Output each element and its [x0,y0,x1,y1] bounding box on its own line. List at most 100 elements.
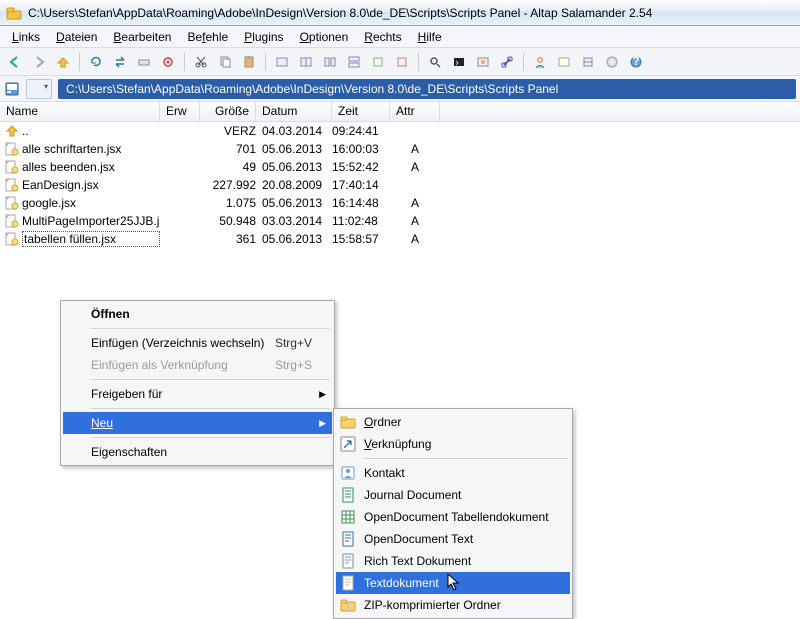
file-attr: A [390,232,440,246]
ctx-new[interactable]: Neu▶ [63,412,332,434]
file-time: 15:58:57 [332,232,390,246]
file-row[interactable]: tabellen füllen.jsx36105.06.201315:58:57… [0,230,800,248]
tb-help[interactable]: ? [625,51,647,73]
pathbar: C:\Users\Stefan\AppData\Roaming\Adobe\In… [0,76,800,102]
file-size: VERZ [200,124,256,138]
menu-befehle[interactable]: Befehle [179,28,236,46]
file-name: alles beenden.jsx [22,160,160,174]
tb-cmd1[interactable] [271,51,293,73]
drive-icon[interactable] [4,81,20,97]
menu-dateien[interactable]: Dateien [48,28,105,46]
file-row[interactable]: google.jsx1.07505.06.201316:14:48A [0,194,800,212]
tb-disk[interactable] [601,51,623,73]
file-list[interactable]: ..VERZ04.03.201409:24:41alle schriftarte… [0,122,800,252]
titlebar: C:\Users\Stefan\AppData\Roaming\Adobe\In… [0,0,800,26]
file-time: 11:02:48 [332,214,390,228]
tb-misc2[interactable] [577,51,599,73]
file-icon [4,142,20,156]
sub-link[interactable]: Verknüpfung [336,433,570,455]
tb-cmd3[interactable] [319,51,341,73]
file-size: 227.992 [200,178,256,192]
sub-zip[interactable]: ZIP-komprimierter Ordner [336,594,570,616]
file-row[interactable]: alles beenden.jsx4905.06.201315:52:42A [0,158,800,176]
file-row[interactable]: EanDesign.jsx227.99220.08.200917:40:14 [0,176,800,194]
file-row[interactable]: MultiPageImporter25JJB.jsx50.94803.03.20… [0,212,800,230]
sub-odt-text[interactable]: OpenDocument Text [336,528,570,550]
ctx-paste[interactable]: Einfügen (Verzeichnis wechseln)Strg+V [63,332,332,354]
tb-cmd2[interactable] [295,51,317,73]
menu-bearbeiten[interactable]: Bearbeiten [105,28,179,46]
col-erw[interactable]: Erw [160,102,200,121]
col-name[interactable]: Name [0,102,160,121]
contact-icon [340,465,356,481]
new-submenu: Ordner Verknüpfung Kontakt Journal Docum… [333,408,573,619]
menubar: Links Dateien Bearbeiten Befehle Plugins… [0,26,800,48]
tb-cmd6[interactable] [391,51,413,73]
file-name: google.jsx [22,196,160,210]
col-attr[interactable]: Attr [390,102,440,121]
tb-misc1[interactable] [553,51,575,73]
tb-link[interactable] [496,51,518,73]
ctx-share[interactable]: Freigeben für▶ [63,383,332,405]
tb-up[interactable] [52,51,74,73]
file-row[interactable]: alle schriftarten.jsx70105.06.201316:00:… [0,140,800,158]
file-date: 05.06.2013 [256,142,332,156]
app-icon [6,5,22,21]
shortcut-icon [340,436,356,452]
sub-journal[interactable]: Journal Document [336,484,570,506]
file-icon [4,214,20,228]
col-datum[interactable]: Datum [256,102,332,121]
tb-find[interactable] [424,51,446,73]
menu-links[interactable]: Links [4,28,48,46]
sub-rtf[interactable]: Rich Text Dokument [336,550,570,572]
file-name: MultiPageImporter25JJB.jsx [22,214,160,228]
toolbar: ? [0,48,800,76]
col-zeit[interactable]: Zeit [332,102,390,121]
file-row[interactable]: ..VERZ04.03.201409:24:41 [0,122,800,140]
tb-refresh[interactable] [85,51,107,73]
drive-selector[interactable] [26,79,52,99]
ctx-open[interactable]: Öffnen [63,303,332,325]
tb-swap[interactable] [109,51,131,73]
file-size: 361 [200,232,256,246]
ctx-paste-link: Einfügen als VerknüpfungStrg+S [63,354,332,376]
path-display[interactable]: C:\Users\Stefan\AppData\Roaming\Adobe\In… [58,79,796,99]
folder-icon [340,414,356,430]
file-attr: A [390,214,440,228]
ctx-properties[interactable]: Eigenschaften [63,441,332,463]
file-size: 49 [200,160,256,174]
file-time: 09:24:41 [332,124,390,138]
tb-drives[interactable] [133,51,155,73]
sub-txt[interactable]: Textdokument [336,572,570,594]
menu-optionen[interactable]: Optionen [292,28,357,46]
col-groesse[interactable]: Größe [200,102,256,121]
svg-text:?: ? [632,55,639,68]
tb-pref[interactable] [472,51,494,73]
file-name: alle schriftarten.jsx [22,142,160,156]
file-date: 20.08.2009 [256,178,332,192]
window-title: C:\Users\Stefan\AppData\Roaming\Adobe\In… [28,6,652,20]
tb-user[interactable] [529,51,551,73]
menu-rechts[interactable]: Rechts [356,28,409,46]
tb-copy[interactable] [214,51,236,73]
odt-icon [340,531,356,547]
file-time: 15:52:42 [332,160,390,174]
file-attr: A [390,160,440,174]
tb-terminal[interactable] [448,51,470,73]
sub-folder[interactable]: Ordner [336,411,570,433]
file-size: 701 [200,142,256,156]
tb-back[interactable] [4,51,26,73]
sub-contact[interactable]: Kontakt [336,462,570,484]
tb-hotpath[interactable] [157,51,179,73]
menu-hilfe[interactable]: Hilfe [410,28,450,46]
tb-cmd4[interactable] [343,51,365,73]
sub-odt-table[interactable]: OpenDocument Tabellendokument [336,506,570,528]
tb-cmd5[interactable] [367,51,389,73]
zip-icon [340,597,356,613]
tb-paste[interactable] [238,51,260,73]
file-icon [4,160,20,174]
menu-plugins[interactable]: Plugins [236,28,291,46]
tb-cut[interactable] [190,51,212,73]
file-name: .. [22,124,160,138]
tb-forward[interactable] [28,51,50,73]
